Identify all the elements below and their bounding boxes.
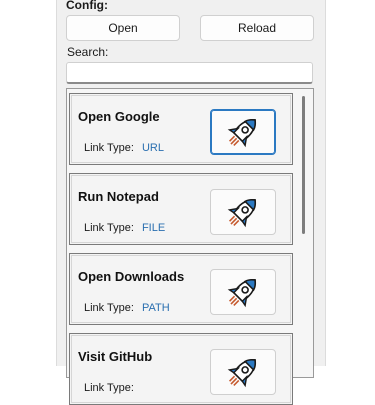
link-card: Run Notepad Link Type: FILE [69, 173, 293, 245]
launch-button[interactable] [210, 109, 276, 155]
link-type-value: PATH [141, 302, 170, 314]
launch-button[interactable] [210, 269, 276, 315]
link-title: Visit GitHub [78, 349, 153, 364]
link-card: Open Google Link Type: URL [69, 93, 293, 165]
rocket-icon [227, 118, 257, 148]
search-label: Search: [67, 45, 109, 59]
link-type-label: Link Type: [84, 222, 134, 234]
search-input[interactable] [66, 62, 313, 84]
launch-button[interactable] [210, 189, 276, 235]
config-label: Config: [66, 0, 108, 12]
open-config-button[interactable]: Open [66, 15, 180, 41]
reload-config-button[interactable]: Reload [200, 15, 314, 41]
link-card: Open Downloads Link Type: PATH [69, 253, 293, 325]
link-type-value: FILE [141, 222, 166, 234]
launch-button[interactable] [210, 349, 276, 395]
rocket-icon [227, 198, 257, 228]
link-type-row: Link Type: URL [84, 142, 164, 154]
list-scrollbar[interactable] [302, 96, 305, 234]
link-type-row: Link Type: FILE [84, 222, 165, 234]
rocket-icon [227, 358, 257, 388]
link-type-row: Link Type: [84, 382, 142, 394]
link-card: Visit GitHub Link Type: [69, 333, 293, 405]
link-title: Run Notepad [78, 189, 159, 204]
link-type-value: URL [141, 142, 164, 154]
link-type-label: Link Type: [84, 302, 134, 314]
link-title: Open Downloads [78, 269, 185, 284]
link-type-label: Link Type: [84, 382, 134, 394]
link-type-row: Link Type: PATH [84, 302, 170, 314]
link-type-label: Link Type: [84, 142, 134, 154]
link-title: Open Google [78, 109, 160, 124]
rocket-icon [227, 278, 257, 308]
